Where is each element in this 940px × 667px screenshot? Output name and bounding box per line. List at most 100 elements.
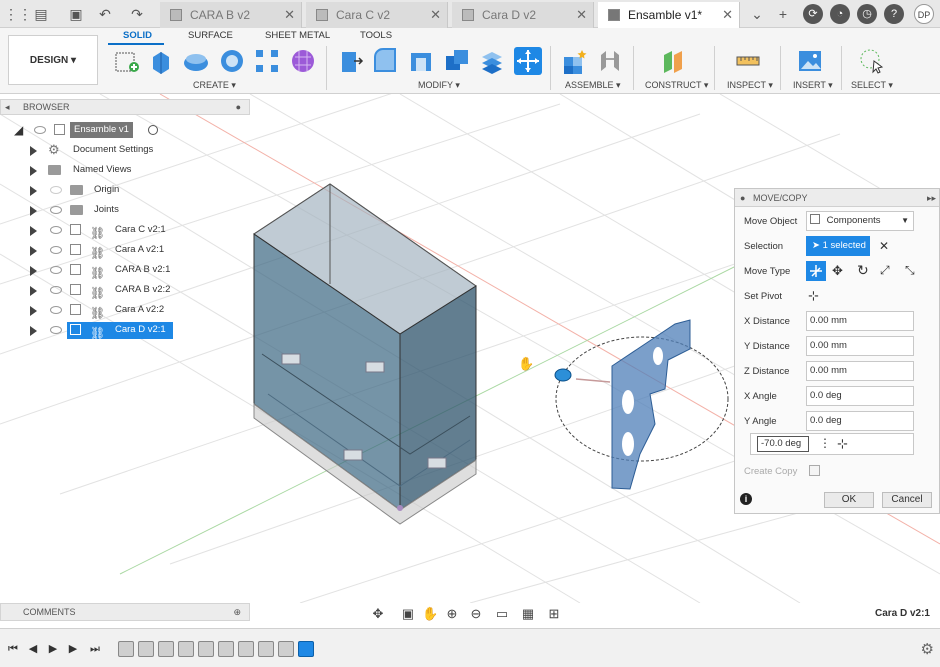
expand-triangle-icon[interactable] (30, 226, 37, 236)
rotation-handle[interactable] (554, 368, 572, 382)
save-icon[interactable]: ▣ (67, 5, 85, 23)
timeline-feature[interactable] (178, 641, 194, 657)
select-icon[interactable] (857, 47, 885, 75)
enclosure-assembly[interactable] (253, 183, 477, 525)
combine-icon[interactable] (443, 47, 471, 75)
modify-menu[interactable]: MODIFY ▾ (418, 80, 460, 91)
cancel-button[interactable]: Cancel (882, 492, 932, 508)
collapse-triangle-icon[interactable]: ◢ (14, 121, 23, 139)
more-options-icon[interactable]: ⋮ (819, 436, 831, 450)
insert-menu[interactable]: INSERT ▾ (793, 80, 833, 91)
job-status-icon[interactable]: ◔ (830, 4, 850, 24)
x-angle-input[interactable]: 0.0 deg (806, 386, 914, 406)
x-distance-input[interactable]: 0.00 mm (806, 311, 914, 331)
tab-overflow-icon[interactable]: ⌄ (748, 5, 766, 23)
tree-item-cara-b-v2-2[interactable]: ⛓ CARA B v2:2 (30, 281, 230, 300)
expand-triangle-icon[interactable] (30, 146, 37, 156)
tree-item-named-views[interactable]: Named Views (30, 161, 230, 179)
zoom-icon[interactable]: ⊕ (444, 606, 460, 622)
create-form-icon[interactable] (289, 47, 317, 75)
visibility-eye-icon[interactable] (50, 306, 62, 314)
tab-cara-d[interactable]: Cara D v2 ✕ (452, 2, 594, 28)
tree-item-document-settings[interactable]: ⚙ Document Settings (30, 141, 230, 159)
extrude-icon[interactable] (147, 47, 175, 75)
tab-tools[interactable]: TOOLS (360, 30, 392, 41)
workspace-switcher[interactable]: DESIGN ▾ (8, 35, 98, 85)
expand-triangle-icon[interactable] (30, 186, 37, 196)
tree-item-joints[interactable]: Joints (30, 201, 230, 219)
tab-surface[interactable]: SURFACE (188, 30, 233, 41)
visibility-eye-icon[interactable] (50, 246, 62, 254)
timeline-feature[interactable] (278, 641, 294, 657)
comments-panel-header[interactable]: COMMENTS ⊕ (0, 603, 250, 621)
step-forward-icon[interactable]: ▶ (66, 642, 80, 656)
timeline-feature[interactable] (138, 641, 154, 657)
tab-solid[interactable]: SOLID (123, 30, 152, 41)
split-body-icon[interactable] (478, 47, 506, 75)
clear-selection-icon[interactable]: ✕ (879, 239, 889, 253)
shell-icon[interactable] (407, 47, 435, 75)
close-tab-icon[interactable]: ✕ (430, 2, 441, 28)
visibility-eye-icon[interactable] (50, 206, 62, 214)
visibility-eye-icon[interactable] (50, 286, 62, 294)
tab-sheet-metal[interactable]: SHEET METAL (265, 30, 330, 41)
display-settings-icon[interactable]: ▭ (494, 606, 510, 622)
y-distance-input[interactable]: 0.00 mm (806, 336, 914, 356)
timeline-feature[interactable] (238, 641, 254, 657)
app-grid-icon[interactable]: ⋮⋮ (4, 5, 32, 23)
timeline-feature[interactable] (258, 641, 274, 657)
timeline-feature[interactable] (218, 641, 234, 657)
move-object-select[interactable]: Components ▼ (806, 211, 914, 231)
expand-triangle-icon[interactable] (30, 306, 37, 316)
minimize-icon[interactable]: ● (236, 100, 241, 114)
redo-icon[interactable]: ↷ (128, 5, 146, 23)
timeline-feature[interactable] (118, 641, 134, 657)
new-tab-icon[interactable]: + (774, 5, 792, 23)
look-at-icon[interactable]: ▣ (400, 606, 416, 622)
undo-icon[interactable]: ↶ (96, 5, 114, 23)
grid-settings-icon[interactable]: ▦ (520, 606, 536, 622)
expand-dialog-icon[interactable]: ▸▸ (927, 189, 936, 207)
construct-menu[interactable]: CONSTRUCT ▾ (645, 80, 708, 91)
close-tab-icon[interactable]: ✕ (284, 2, 295, 28)
point-to-point-icon[interactable]: ⤢ (880, 263, 890, 278)
create-copy-checkbox[interactable] (809, 465, 820, 476)
timeline-move-feature[interactable] (298, 641, 314, 657)
expand-triangle-icon[interactable] (30, 286, 37, 296)
selection-button[interactable]: ➤ 1 selected (806, 236, 870, 256)
free-move-icon[interactable] (806, 261, 826, 281)
dialog-header[interactable]: ● MOVE/COPY ▸▸ (735, 189, 939, 207)
tab-ensamble[interactable]: Ensamble v1* ✕ (598, 2, 740, 28)
tree-item-origin[interactable]: Origin (30, 181, 230, 199)
pivot-axes-icon[interactable]: ⊹ (808, 288, 819, 304)
step-back-icon[interactable]: ◀ (26, 642, 40, 656)
visibility-eye-icon[interactable] (34, 126, 46, 134)
fillet-icon[interactable] (371, 47, 399, 75)
timeline-feature[interactable] (158, 641, 174, 657)
tree-item-cara-c-v2-1[interactable]: ⛓ Cara C v2:1 (30, 221, 230, 240)
y-angle-input[interactable]: 0.0 deg (806, 411, 914, 431)
pan-icon[interactable]: ✋ (422, 606, 438, 622)
insert-image-icon[interactable] (796, 47, 824, 75)
tab-cara-b[interactable]: CARA B v2 ✕ (160, 2, 302, 28)
collapse-arrow-icon[interactable]: ◂ (5, 100, 10, 114)
point-to-position-icon[interactable]: ⤡ (905, 263, 915, 278)
notifications-icon[interactable]: ◷ (857, 4, 877, 24)
close-tab-icon[interactable]: ✕ (576, 2, 587, 28)
collapse-icon[interactable]: ● (740, 189, 745, 207)
hole-icon[interactable] (218, 47, 246, 75)
expand-triangle-icon[interactable] (30, 246, 37, 256)
select-menu[interactable]: SELECT ▾ (851, 80, 893, 91)
tree-root[interactable]: ◢ Ensamble v1 (14, 121, 164, 139)
translate-icon[interactable]: ✥ (832, 263, 843, 279)
offset-plane-icon[interactable] (660, 47, 688, 75)
expand-triangle-icon[interactable] (30, 206, 37, 216)
press-pull-icon[interactable] (336, 47, 364, 75)
create-menu[interactable]: CREATE ▾ (193, 80, 236, 91)
fit-icon[interactable]: ⊖ (468, 606, 484, 622)
browser-header[interactable]: ◂ BROWSER ● (0, 99, 250, 115)
tree-item-cara-b-v2-1[interactable]: ⛓ CARA B v2:1 (30, 261, 230, 280)
timeline-feature[interactable] (198, 641, 214, 657)
viewports-icon[interactable]: ⊞ (546, 606, 562, 622)
inspect-menu[interactable]: INSPECT ▾ (727, 80, 773, 91)
